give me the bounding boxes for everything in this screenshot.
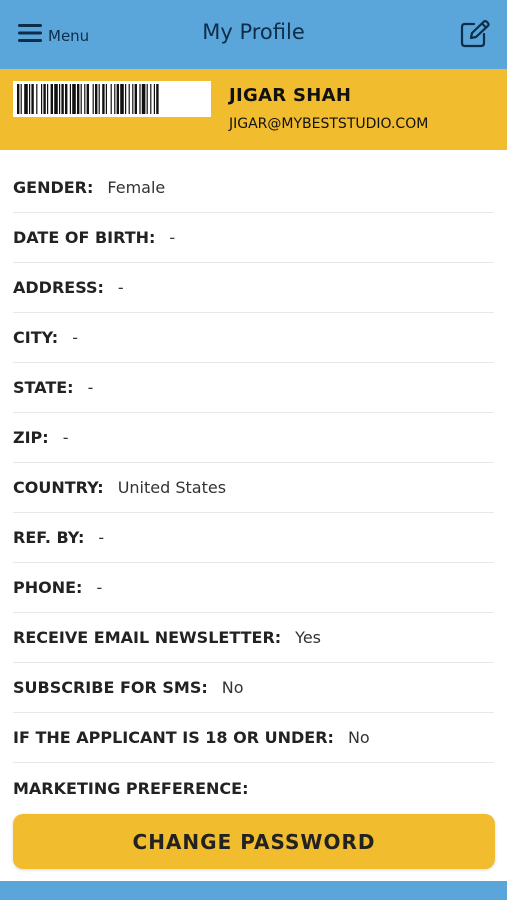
- barcode-bar: [72, 84, 76, 114]
- barcode-bar: [80, 84, 82, 114]
- barcode-bar: [36, 84, 38, 114]
- barcode-bar: [110, 84, 112, 114]
- profile-field-row: ZIP: -: [13, 413, 494, 463]
- field-label: REF. BY:: [13, 528, 85, 547]
- barcode-bar: [141, 84, 146, 114]
- barcode-bar: [86, 84, 89, 114]
- field-label: IF THE APPLICANT IS 18 OR UNDER:: [13, 728, 334, 747]
- member-barcode: [13, 81, 211, 117]
- barcode-bar: [116, 84, 119, 114]
- field-label: DATE OF BIRTH:: [13, 228, 156, 247]
- field-value: United States: [117, 478, 227, 497]
- field-label: ZIP:: [13, 428, 49, 447]
- bottom-bar: [0, 881, 507, 900]
- field-value: -: [117, 278, 124, 297]
- barcode-bar: [41, 84, 43, 114]
- profile-field-row: COUNTRY: United States: [13, 463, 494, 513]
- barcode-bar: [120, 84, 124, 114]
- barcode-bar: [105, 84, 107, 114]
- barcode-bar: [43, 84, 46, 114]
- barcode-bar: [150, 84, 152, 114]
- field-label: COUNTRY:: [13, 478, 104, 497]
- barcode-bar: [102, 84, 105, 114]
- edit-icon: [460, 20, 490, 48]
- barcode-bar: [29, 84, 31, 114]
- field-value: -: [62, 428, 69, 447]
- profile-field-row: PHONE: -: [13, 563, 494, 613]
- profile-banner: JIGAR SHAH JIGAR@MYBESTSTUDIO.COM: [0, 69, 507, 150]
- barcode-icon: [17, 84, 159, 114]
- field-label: ADDRESS:: [13, 278, 104, 297]
- barcode-bar: [69, 84, 71, 114]
- field-value: Yes: [295, 628, 321, 647]
- field-value: -: [169, 228, 176, 247]
- barcode-bar: [47, 84, 49, 114]
- barcode-bar: [98, 84, 100, 114]
- barcode-bar: [134, 84, 137, 114]
- edit-profile-button[interactable]: [460, 20, 490, 48]
- barcode-bar: [146, 84, 148, 114]
- barcode-bar: [77, 84, 80, 114]
- field-label: MARKETING PREFERENCE:: [13, 778, 249, 798]
- barcode-bar: [84, 84, 86, 114]
- barcode-bar: [31, 84, 34, 114]
- barcode-bar: [92, 84, 94, 114]
- field-value: -: [72, 328, 78, 347]
- user-name: JIGAR SHAH: [229, 85, 352, 106]
- barcode-bar: [24, 84, 28, 114]
- field-label: STATE:: [13, 378, 74, 397]
- field-label: SUBSCRIBE FOR SMS:: [13, 678, 208, 697]
- barcode-bar: [128, 84, 130, 114]
- barcode-bar: [132, 84, 134, 114]
- field-value: -: [98, 528, 105, 547]
- field-label: GENDER:: [13, 178, 94, 197]
- profile-field-row: IF THE APPLICANT IS 18 OR UNDER: No: [13, 713, 494, 763]
- field-value: -: [87, 378, 94, 397]
- profile-field-row: DATE OF BIRTH: -: [13, 213, 494, 263]
- barcode-bar: [65, 84, 68, 114]
- barcode-bar: [95, 84, 98, 114]
- page-title: My Profile: [202, 20, 305, 44]
- barcode-bar: [153, 84, 155, 114]
- barcode-bar: [114, 84, 116, 114]
- top-nav-bar: Menu My Profile: [0, 0, 507, 69]
- field-label: CITY:: [13, 328, 59, 347]
- field-value: -: [96, 578, 103, 597]
- profile-details-list: GENDER: Female DATE OF BIRTH: - ADDRESS: - CIT…: [0, 163, 507, 813]
- change-password-container: CHANGE PASSWORD: [13, 814, 495, 869]
- change-password-button[interactable]: CHANGE PASSWORD: [13, 814, 495, 869]
- profile-field-row: CITY: -: [13, 313, 494, 363]
- barcode-bar: [61, 84, 64, 114]
- field-value: Female: [107, 178, 166, 197]
- barcode-bar: [139, 84, 141, 114]
- barcode-bar: [59, 84, 61, 114]
- barcode-bar: [125, 84, 127, 114]
- profile-field-row: STATE: -: [13, 363, 494, 413]
- profile-field-row: GENDER: Female: [13, 163, 494, 213]
- barcode-bar: [50, 84, 53, 114]
- field-value: No: [221, 678, 244, 697]
- user-email: JIGAR@MYBESTSTUDIO.COM: [229, 116, 429, 132]
- barcode-bar: [17, 84, 20, 114]
- profile-field-row: ADDRESS: -: [13, 263, 494, 313]
- profile-field-row: MARKETING PREFERENCE:: [13, 763, 494, 813]
- barcode-bar: [54, 84, 58, 114]
- field-label: PHONE:: [13, 578, 83, 597]
- field-value: No: [347, 728, 370, 747]
- profile-field-row: SUBSCRIBE FOR SMS: No: [13, 663, 494, 713]
- profile-field-row: REF. BY: -: [13, 513, 494, 563]
- profile-field-row: RECEIVE EMAIL NEWSLETTER: Yes: [13, 613, 494, 663]
- barcode-bar: [156, 84, 159, 114]
- field-label: RECEIVE EMAIL NEWSLETTER:: [13, 628, 282, 647]
- barcode-bar: [20, 84, 22, 114]
